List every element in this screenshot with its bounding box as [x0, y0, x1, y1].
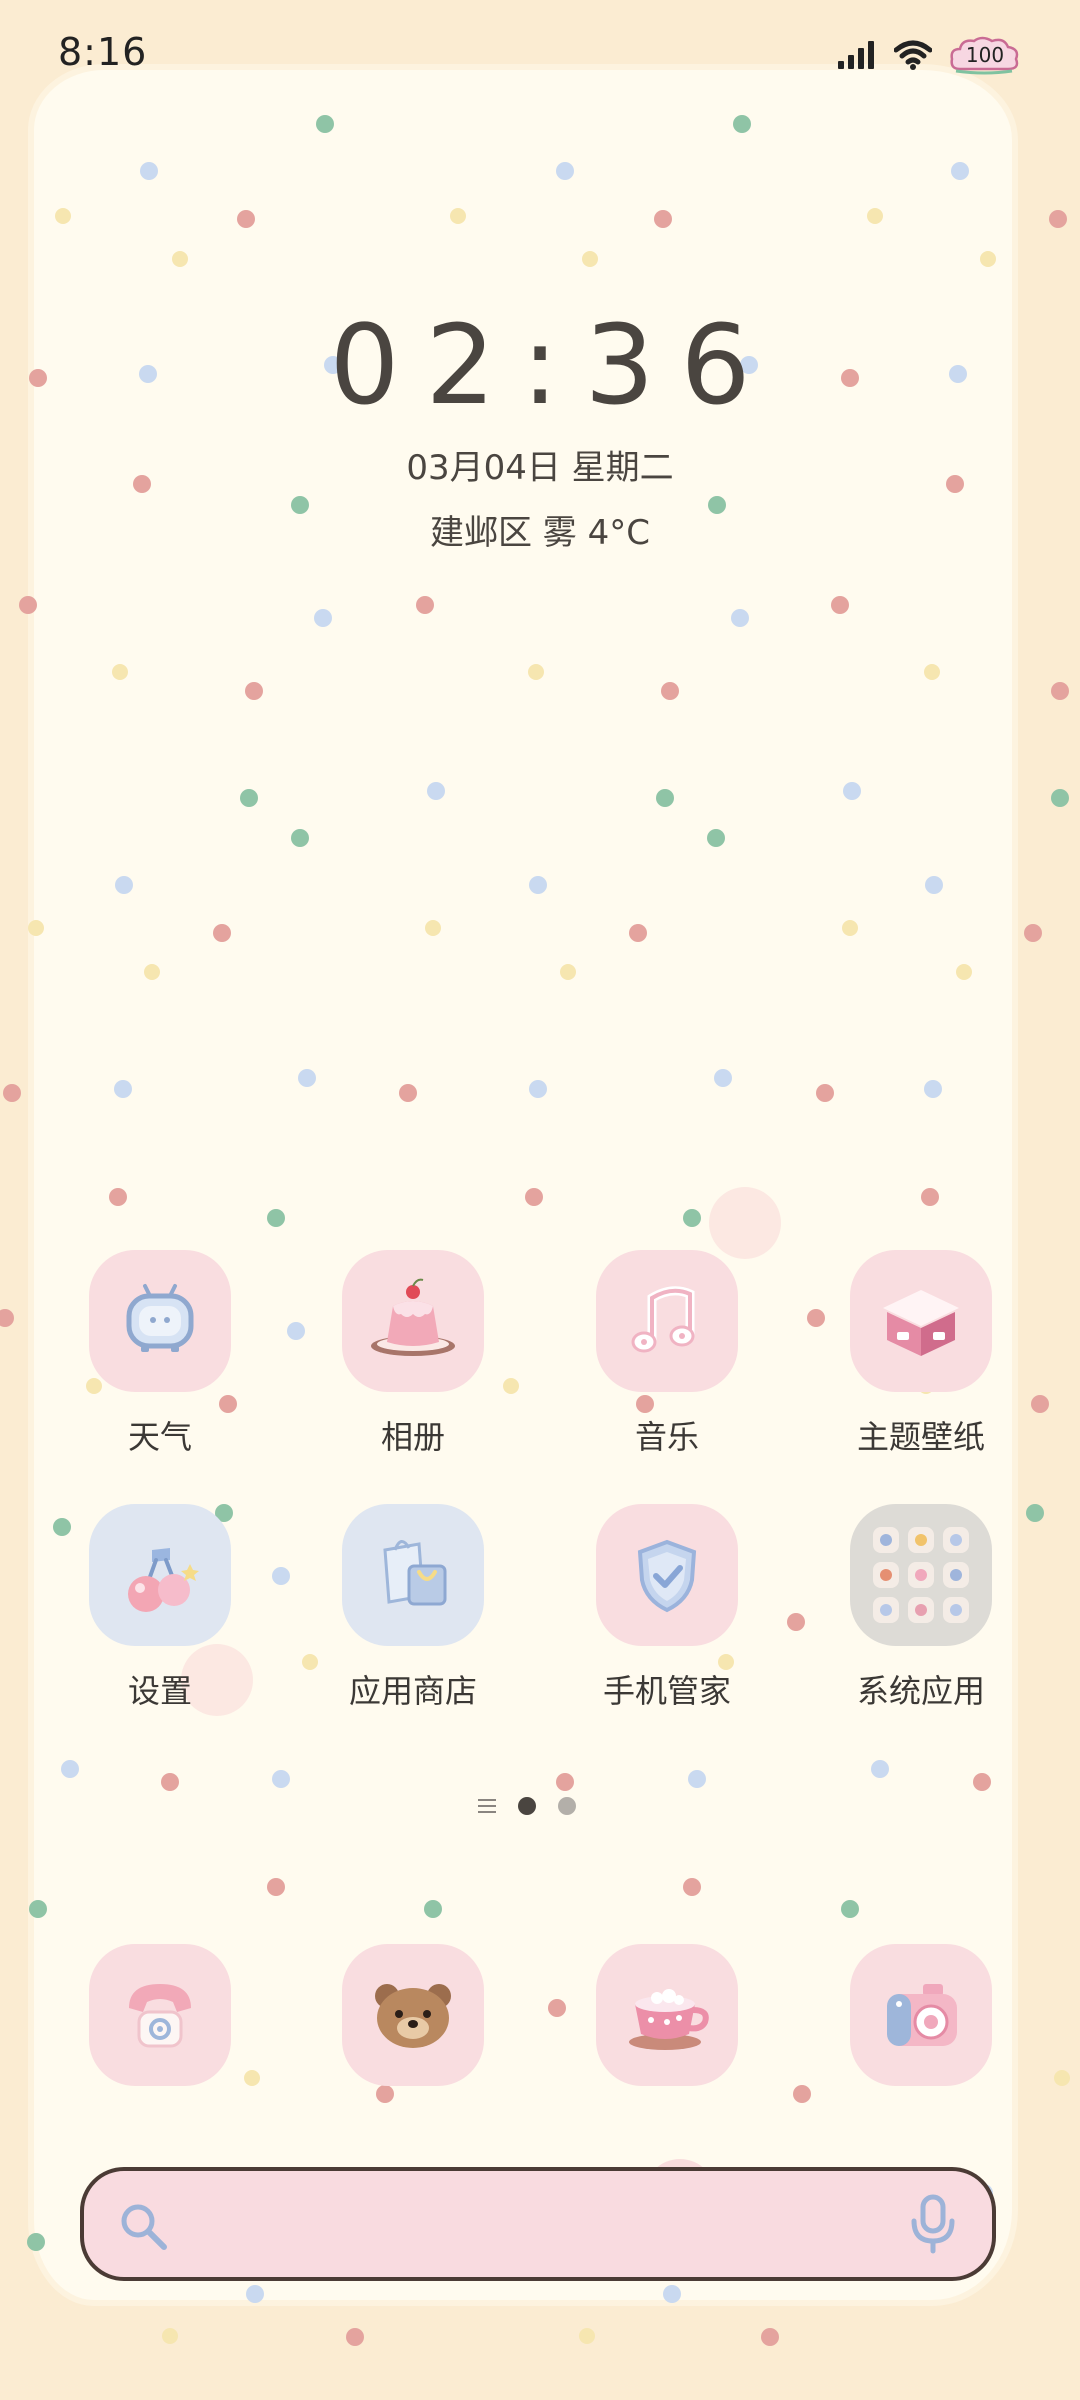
status-time: 8:16: [58, 30, 148, 74]
search-icon[interactable]: [118, 2201, 170, 2253]
shopping-bag-icon: [383, 1540, 447, 1606]
battery-indicator: 100: [950, 35, 1020, 75]
wifi-icon: [894, 40, 932, 70]
theme-box-icon: [883, 1290, 959, 1356]
app-label: 相册: [380, 1418, 445, 1456]
page-indicator[interactable]: [478, 1797, 576, 1815]
app-music-tile: [596, 1250, 738, 1392]
app-label: 天气: [127, 1418, 192, 1456]
app-themes[interactable]: 主题壁纸: [811, 1250, 1031, 1458]
search-input[interactable]: [194, 2191, 878, 2259]
microphone-icon[interactable]: [908, 2193, 958, 2255]
app-phone-manager-tile: [596, 1504, 738, 1646]
camera-icon: [887, 1984, 957, 2046]
cellular-signal-icon: [838, 41, 874, 69]
app-gallery[interactable]: 相册: [303, 1250, 523, 1458]
app-themes-tile: [850, 1250, 992, 1392]
dock-contacts-tile: [342, 1944, 484, 2086]
clock-widget[interactable]: 02:36 03月04日 星期二 建邺区 雾 4°C: [0, 300, 1080, 554]
telephone-icon: [129, 1984, 191, 2048]
dock-camera[interactable]: [811, 1944, 1031, 2086]
app-store[interactable]: 应用商店: [303, 1504, 523, 1712]
dock-phone[interactable]: [50, 1944, 270, 2086]
app-gallery-tile: [342, 1250, 484, 1392]
weather-tv-icon: [126, 1284, 194, 1352]
app-store-tile: [342, 1504, 484, 1646]
music-note-icon: [631, 1286, 695, 1353]
app-settings[interactable]: 设置: [50, 1504, 270, 1712]
app-label: 系统应用: [856, 1672, 985, 1710]
app-system-folder[interactable]: 系统应用: [811, 1504, 1031, 1712]
home-screen: 8:16 100 02:36 03月04日 星期二 建邺区 雾 4°C 天气 相…: [0, 0, 1080, 2400]
status-icons: 100: [838, 30, 1020, 80]
dock-messages-tile: [596, 1944, 738, 2086]
app-weather-tile: [89, 1250, 231, 1392]
app-system-folder-tile: [850, 1504, 992, 1646]
dock-phone-tile: [89, 1944, 231, 2086]
app-label: 音乐: [634, 1418, 699, 1456]
app-label: 主题壁纸: [856, 1418, 985, 1456]
app-label: 手机管家: [602, 1672, 731, 1710]
dock-camera-tile: [850, 1944, 992, 2086]
page-dot-1[interactable]: [518, 1797, 536, 1815]
folder-grid-icon: [873, 1527, 969, 1623]
clock-time: 02:36: [329, 301, 777, 429]
cherry-icon: [128, 1548, 199, 1612]
app-settings-tile: [89, 1504, 231, 1646]
app-label: 应用商店: [348, 1672, 477, 1710]
app-weather[interactable]: 天气: [50, 1250, 270, 1458]
app-label: 设置: [127, 1672, 192, 1710]
dock-messages[interactable]: [557, 1944, 777, 2086]
teacup-icon: [629, 1989, 709, 2050]
page-list-icon[interactable]: [478, 1799, 496, 1813]
app-phone-manager[interactable]: 手机管家: [557, 1504, 777, 1712]
bear-icon: [375, 1984, 451, 2048]
clock-date: 03月04日 星期二: [406, 448, 674, 488]
battery-level: 100: [965, 43, 1005, 67]
pudding-icon: [371, 1278, 455, 1356]
status-bar: 8:16 100: [0, 0, 1080, 110]
search-bar[interactable]: [80, 2167, 996, 2281]
clock-weather: 建邺区 雾 4°C: [430, 513, 650, 553]
shield-check-icon: [637, 1539, 697, 1613]
app-music[interactable]: 音乐: [557, 1250, 777, 1458]
page-dot-2[interactable]: [558, 1797, 576, 1815]
dock-contacts[interactable]: [303, 1944, 523, 2086]
